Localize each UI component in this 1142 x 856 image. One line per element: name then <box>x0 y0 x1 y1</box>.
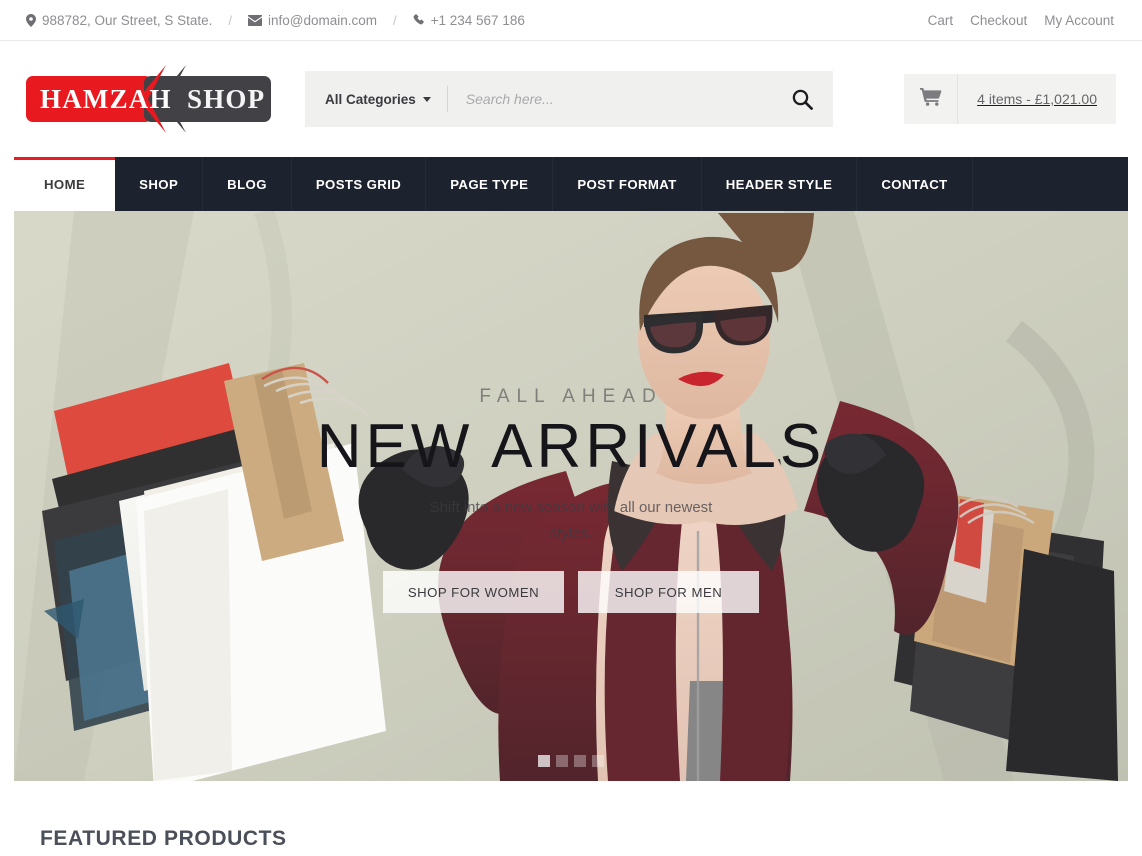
hero-carousel: FALL AHEAD NEW ARRIVALS Shift into a new… <box>14 211 1128 781</box>
phone-text: +1 234 567 186 <box>430 12 525 28</box>
address-item: 988782, Our Street, S State. <box>26 13 212 28</box>
logo-right-text: SHOP <box>187 84 265 114</box>
shopping-cart-icon <box>919 87 942 111</box>
cart-widget[interactable]: 4 items - £1,021.00 <box>904 74 1116 124</box>
search-input[interactable] <box>447 91 786 107</box>
email-item[interactable]: info@domain.com <box>247 12 377 28</box>
nav-item-blog[interactable]: BLOG <box>203 157 292 211</box>
site-logo[interactable]: HAMZAH SHOP <box>26 65 271 133</box>
nav-filler <box>973 157 1128 211</box>
nav-item-header-style[interactable]: HEADER STYLE <box>702 157 858 211</box>
search-icon <box>792 89 813 113</box>
nav-item-page-type[interactable]: PAGE TYPE <box>426 157 554 211</box>
topbar-separator-2: / <box>393 12 397 28</box>
topbar-link-my-account[interactable]: My Account <box>1044 13 1114 28</box>
nav-item-home[interactable]: HOME <box>14 157 116 211</box>
hero-cta-group: SHOP FOR WOMEN SHOP FOR MEN <box>383 571 759 614</box>
email-text: info@domain.com <box>267 12 377 28</box>
shop-for-women-button[interactable]: SHOP FOR WOMEN <box>383 571 564 614</box>
site-header: HAMZAH SHOP All Categories 4 items - £1,… <box>0 41 1142 157</box>
hero-content: FALL AHEAD NEW ARRIVALS Shift into a new… <box>14 211 1128 781</box>
topbar-link-cart[interactable]: Cart <box>928 13 954 28</box>
category-dropdown[interactable]: All Categories <box>305 86 448 112</box>
carousel-dot-2[interactable] <box>556 755 568 767</box>
hero-title: NEW ARRIVALS <box>316 412 826 481</box>
phone-item[interactable]: +1 234 567 186 <box>413 13 525 28</box>
search-bar: All Categories <box>305 71 833 127</box>
carousel-dot-1[interactable] <box>538 755 550 767</box>
topbar-link-checkout[interactable]: Checkout <box>970 13 1027 28</box>
nav-item-post-format[interactable]: POST FORMAT <box>553 157 702 211</box>
shop-for-men-button[interactable]: SHOP FOR MEN <box>578 571 759 614</box>
address-text: 988782, Our Street, S State. <box>42 12 213 28</box>
cart-summary-text: 4 items - £1,021.00 <box>977 91 1097 107</box>
search-button[interactable] <box>786 89 833 110</box>
logo-left-text: HAMZAH <box>40 84 172 114</box>
map-pin-icon <box>26 13 36 27</box>
chevron-down-icon <box>422 96 431 102</box>
hero-subtitle: Shift into a new season with all our new… <box>429 499 713 543</box>
nav-item-posts-grid[interactable]: POSTS GRID <box>292 157 427 211</box>
category-dropdown-label: All Categories <box>325 91 416 107</box>
nav-item-shop[interactable]: SHOP <box>115 157 204 211</box>
hero-kicker: FALL AHEAD <box>479 386 663 407</box>
envelope-icon <box>247 14 262 26</box>
featured-products-section: FEATURED PRODUCTS <box>0 781 1142 851</box>
carousel-dot-3[interactable] <box>574 755 586 767</box>
top-bar: 988782, Our Street, S State. / info@doma… <box>0 0 1142 41</box>
main-navigation: HOME SHOP BLOG POSTS GRID PAGE TYPE POST… <box>14 157 1128 211</box>
featured-products-heading: FEATURED PRODUCTS <box>40 827 287 850</box>
top-bar-contact-group: 988782, Our Street, S State. / info@doma… <box>26 13 525 28</box>
carousel-indicators <box>14 755 1128 767</box>
carousel-dot-4[interactable] <box>592 755 604 767</box>
topbar-separator-1: / <box>228 12 232 28</box>
cart-icon-box <box>904 74 959 124</box>
nav-item-contact[interactable]: CONTACT <box>857 157 973 211</box>
phone-icon <box>413 14 425 26</box>
top-bar-account-links: Cart Checkout My Account <box>928 13 1128 28</box>
